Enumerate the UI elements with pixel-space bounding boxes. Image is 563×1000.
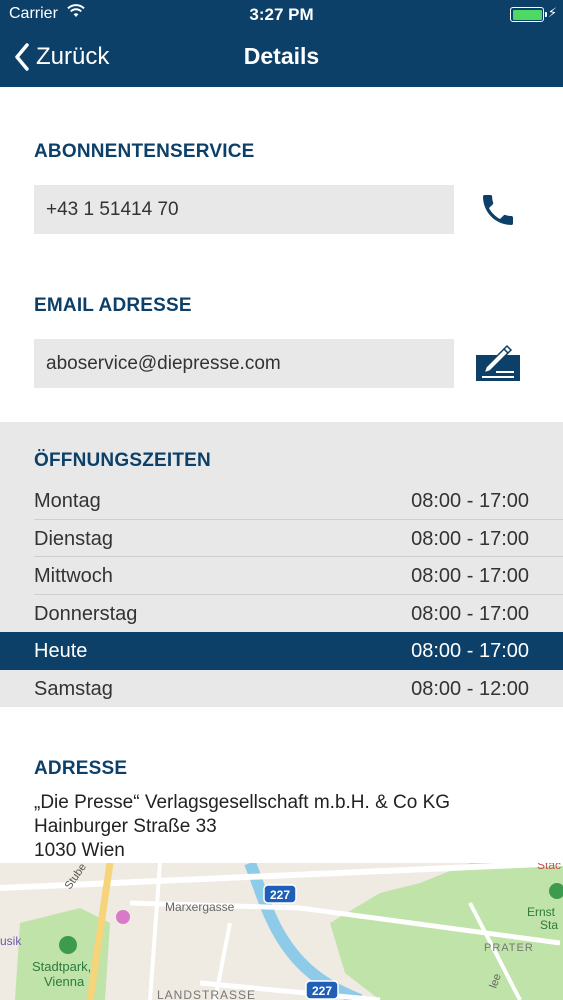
chevron-left-icon <box>15 43 29 71</box>
route-227-label: 227 <box>270 888 290 902</box>
hours-time: 08:00 - 17:00 <box>411 527 529 550</box>
hours-day: Heute <box>34 640 88 662</box>
map-label: PRATER <box>484 942 534 954</box>
park-marker-icon <box>59 936 77 954</box>
navigation-bar: Zurück Details <box>0 30 563 87</box>
hours-day: Donnerstag <box>34 602 138 625</box>
back-button[interactable]: Zurück <box>14 41 109 73</box>
hours-day: Montag <box>34 490 101 512</box>
poi-marker-icon <box>116 910 130 924</box>
charging-bolt-icon: ⚡ <box>547 5 557 20</box>
hours-time: 08:00 - 17:00 <box>411 565 529 587</box>
subscriber-service-heading: ABONNENTENSERVICE <box>34 141 255 162</box>
top-bar: Carrier 3:27 PM ⚡ Zurück Details <box>0 0 563 87</box>
phone-number-field[interactable]: +43 1 51414 70 <box>34 185 454 234</box>
hours-row-wednesday: Mittwoch 08:00 - 17:00 <box>0 557 563 595</box>
hours-day: Mittwoch <box>34 565 113 587</box>
hours-day: Dienstag <box>34 527 113 550</box>
hours-time: 08:00 - 17:00 <box>411 640 529 662</box>
hours-row-saturday: Samstag 08:00 - 12:00 <box>0 670 563 708</box>
map-label: Stadtpark, <box>32 959 91 974</box>
hours-time: 08:00 - 17:00 <box>411 490 529 512</box>
back-label: Zurück <box>36 43 110 70</box>
address-line-company: „Die Presse“ Verlagsgesellschaft m.b.H. … <box>34 792 451 813</box>
location-map[interactable]: 227 227 Stube Marxergasse usik Stadtpark… <box>0 863 563 1000</box>
battery-icon <box>510 7 547 22</box>
map-label: Sta <box>540 918 558 932</box>
route-227-label: 227 <box>312 984 332 998</box>
hours-row-monday: Montag 08:00 - 17:00 <box>0 482 563 520</box>
email-heading: EMAIL ADRESSE <box>34 295 192 316</box>
address-line-city: 1030 Wien <box>34 840 125 861</box>
map-label: LANDSTRASSE <box>157 988 256 1000</box>
address-line-street: Hainburger Straße 33 <box>34 816 217 837</box>
map-label: Ernst <box>527 905 556 919</box>
phone-icon[interactable] <box>476 190 520 235</box>
map-label: Marxergasse <box>165 900 235 914</box>
hours-time: 08:00 - 12:00 <box>411 677 529 700</box>
hours-time: 08:00 - 17:00 <box>411 602 529 625</box>
opening-hours-section: ÖFFNUNGSZEITEN Montag 08:00 - 17:00 Dien… <box>0 422 563 707</box>
opening-hours-heading: ÖFFNUNGSZEITEN <box>34 450 211 471</box>
hours-day: Samstag <box>34 677 113 700</box>
map-label: Stac <box>537 863 561 872</box>
compose-email-icon[interactable] <box>474 343 522 388</box>
map-label: Vienna <box>44 974 85 989</box>
email-field[interactable]: aboservice@diepresse.com <box>34 339 454 388</box>
status-time: 3:27 PM <box>249 5 314 24</box>
hours-row-today: Heute 08:00 - 17:00 <box>0 632 563 670</box>
status-bar: Carrier 3:27 PM ⚡ <box>0 0 563 30</box>
map-label: usik <box>0 934 22 948</box>
address-heading: ADRESSE <box>34 758 128 779</box>
hours-row-thursday: Donnerstag 08:00 - 17:00 <box>0 595 563 633</box>
hours-row-tuesday: Dienstag 08:00 - 17:00 <box>0 520 563 558</box>
